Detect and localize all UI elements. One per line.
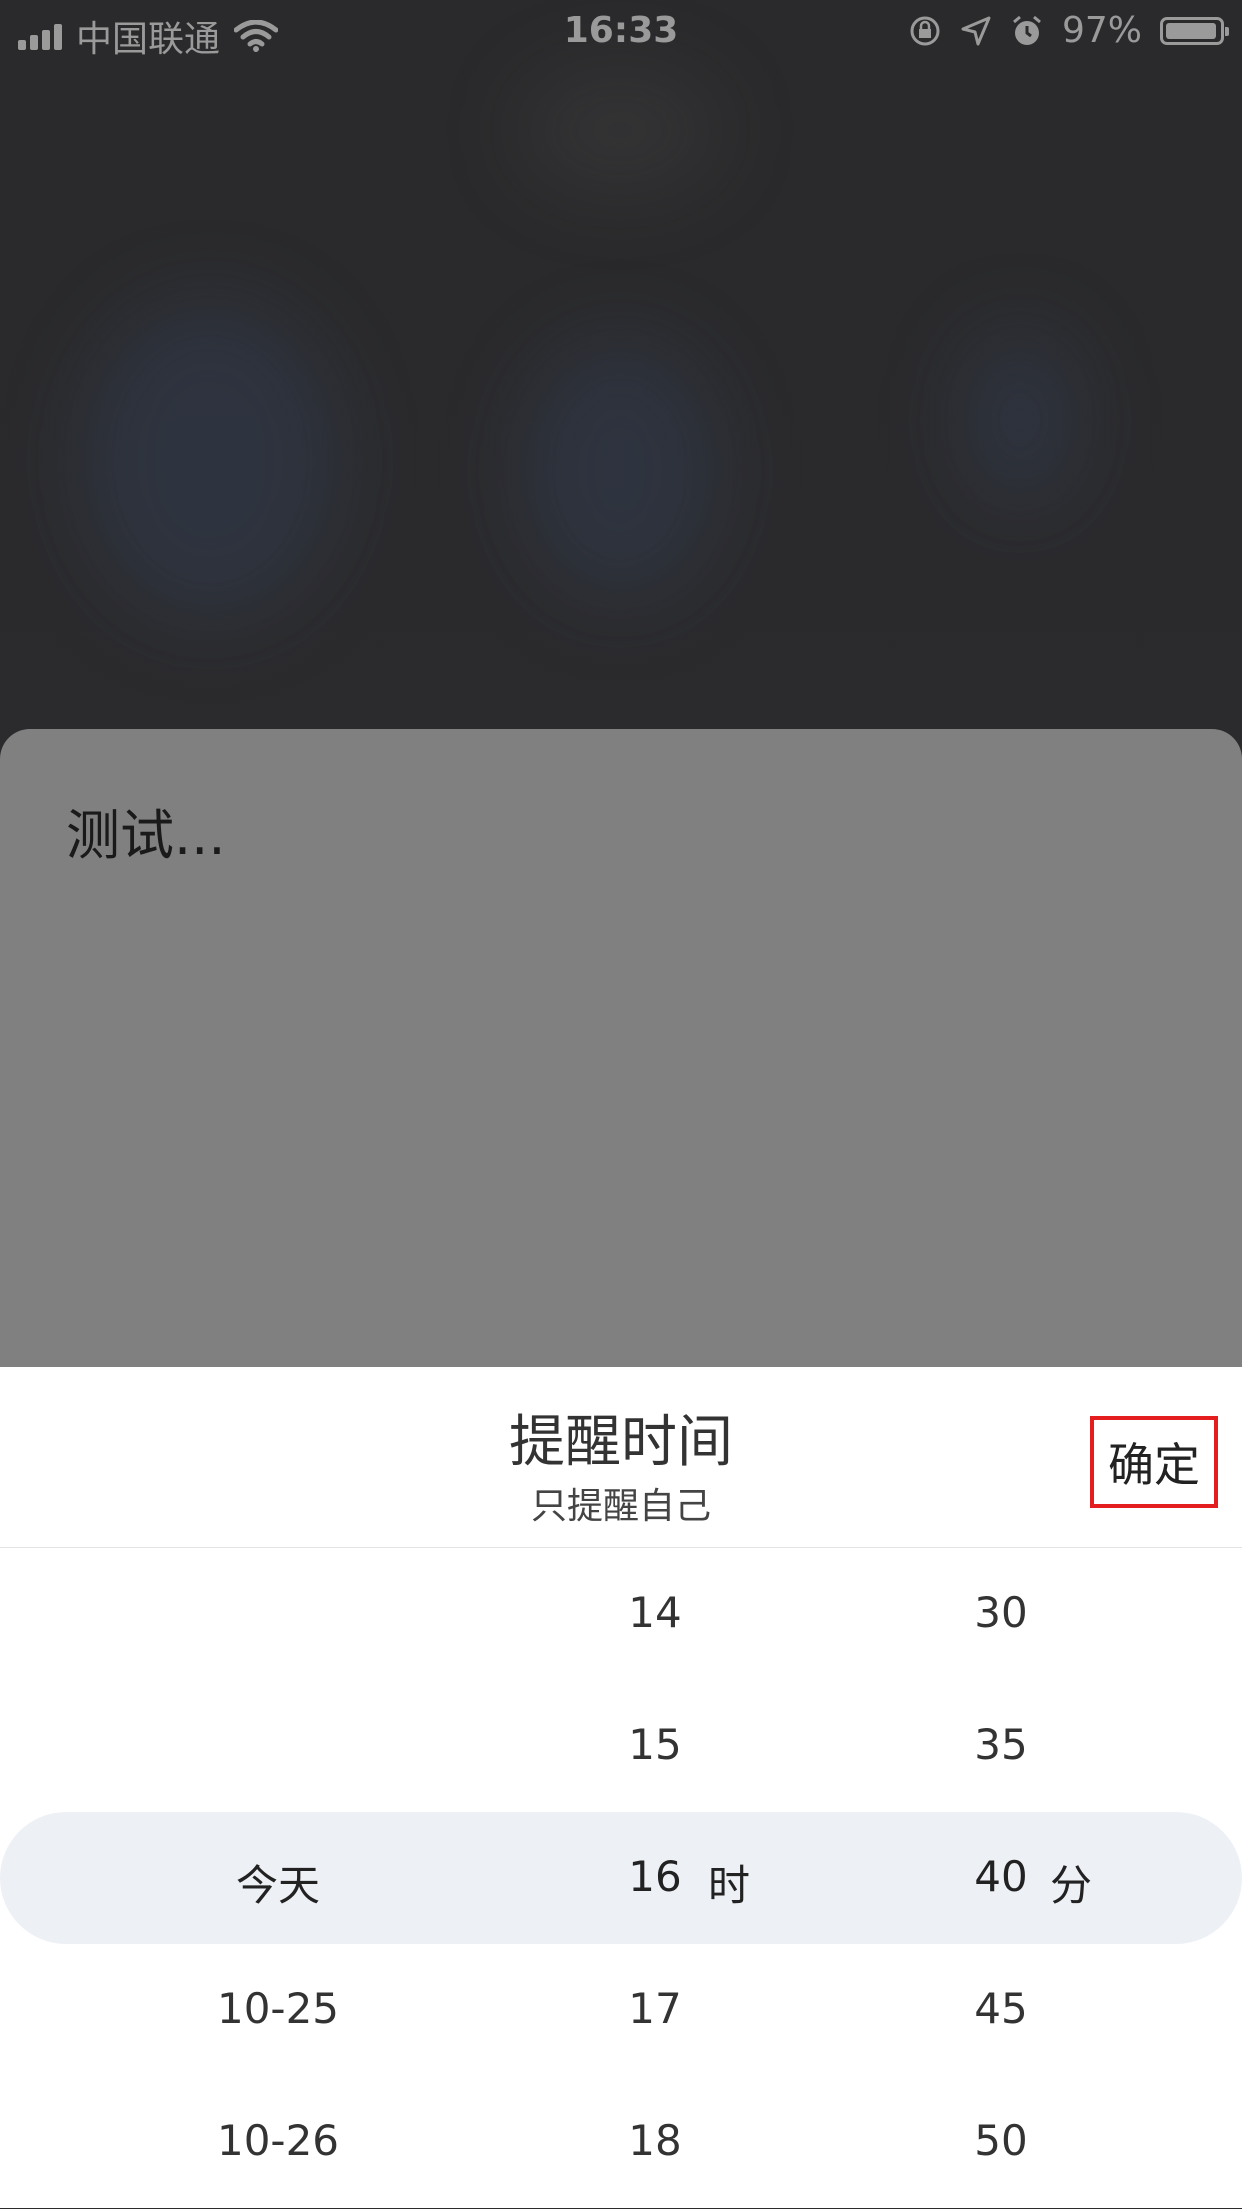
- date-option[interactable]: 10-25: [158, 1984, 398, 2033]
- sheet-title: 提醒时间: [509, 1410, 733, 1475]
- note-card[interactable]: 测试...: [0, 729, 1242, 1429]
- confirm-button[interactable]: 确定: [1090, 1416, 1218, 1508]
- sheet-subtitle: 只提醒自己: [530, 1486, 711, 1527]
- background-blur: [520, 340, 720, 600]
- hour-option[interactable]: 15: [535, 1720, 775, 1769]
- minute-option[interactable]: 30: [881, 1588, 1121, 1637]
- minute-option[interactable]: 35: [881, 1720, 1121, 1769]
- hour-unit-label: 时: [708, 1861, 751, 1910]
- reminder-time-sheet: 提醒时间 只提醒自己 确定 今天 10-25 10-26 14 15 16 17…: [0, 1367, 1242, 2208]
- date-option[interactable]: 10-26: [158, 2116, 398, 2165]
- rotation-lock-icon: [910, 16, 940, 45]
- minute-option[interactable]: 45: [881, 1984, 1121, 2033]
- location-icon: [961, 16, 991, 45]
- minute-option[interactable]: 50: [881, 2116, 1121, 2165]
- background-blur: [960, 330, 1080, 510]
- status-bar: 中国联通 16:33 97%: [0, 0, 1242, 62]
- background-blur: [80, 300, 340, 620]
- note-text: 测试...: [66, 804, 226, 867]
- battery-icon: [1160, 16, 1229, 45]
- sheet-header: 提醒时间 只提醒自己 确定: [0, 1367, 1242, 1548]
- battery-percent: 97%: [1061, 10, 1142, 51]
- minute-unit-label: 分: [1050, 1861, 1093, 1910]
- background-blur: [520, 70, 720, 190]
- time-picker[interactable]: 今天 10-25 10-26 14 15 16 17 18 时 30 35 40…: [0, 1548, 1242, 2209]
- hour-option[interactable]: 18: [535, 2116, 775, 2165]
- date-option-selected[interactable]: 今天: [158, 1852, 398, 1913]
- alarm-icon: [1013, 15, 1041, 45]
- hour-option[interactable]: 17: [535, 1984, 775, 2033]
- hour-option[interactable]: 14: [535, 1588, 775, 1637]
